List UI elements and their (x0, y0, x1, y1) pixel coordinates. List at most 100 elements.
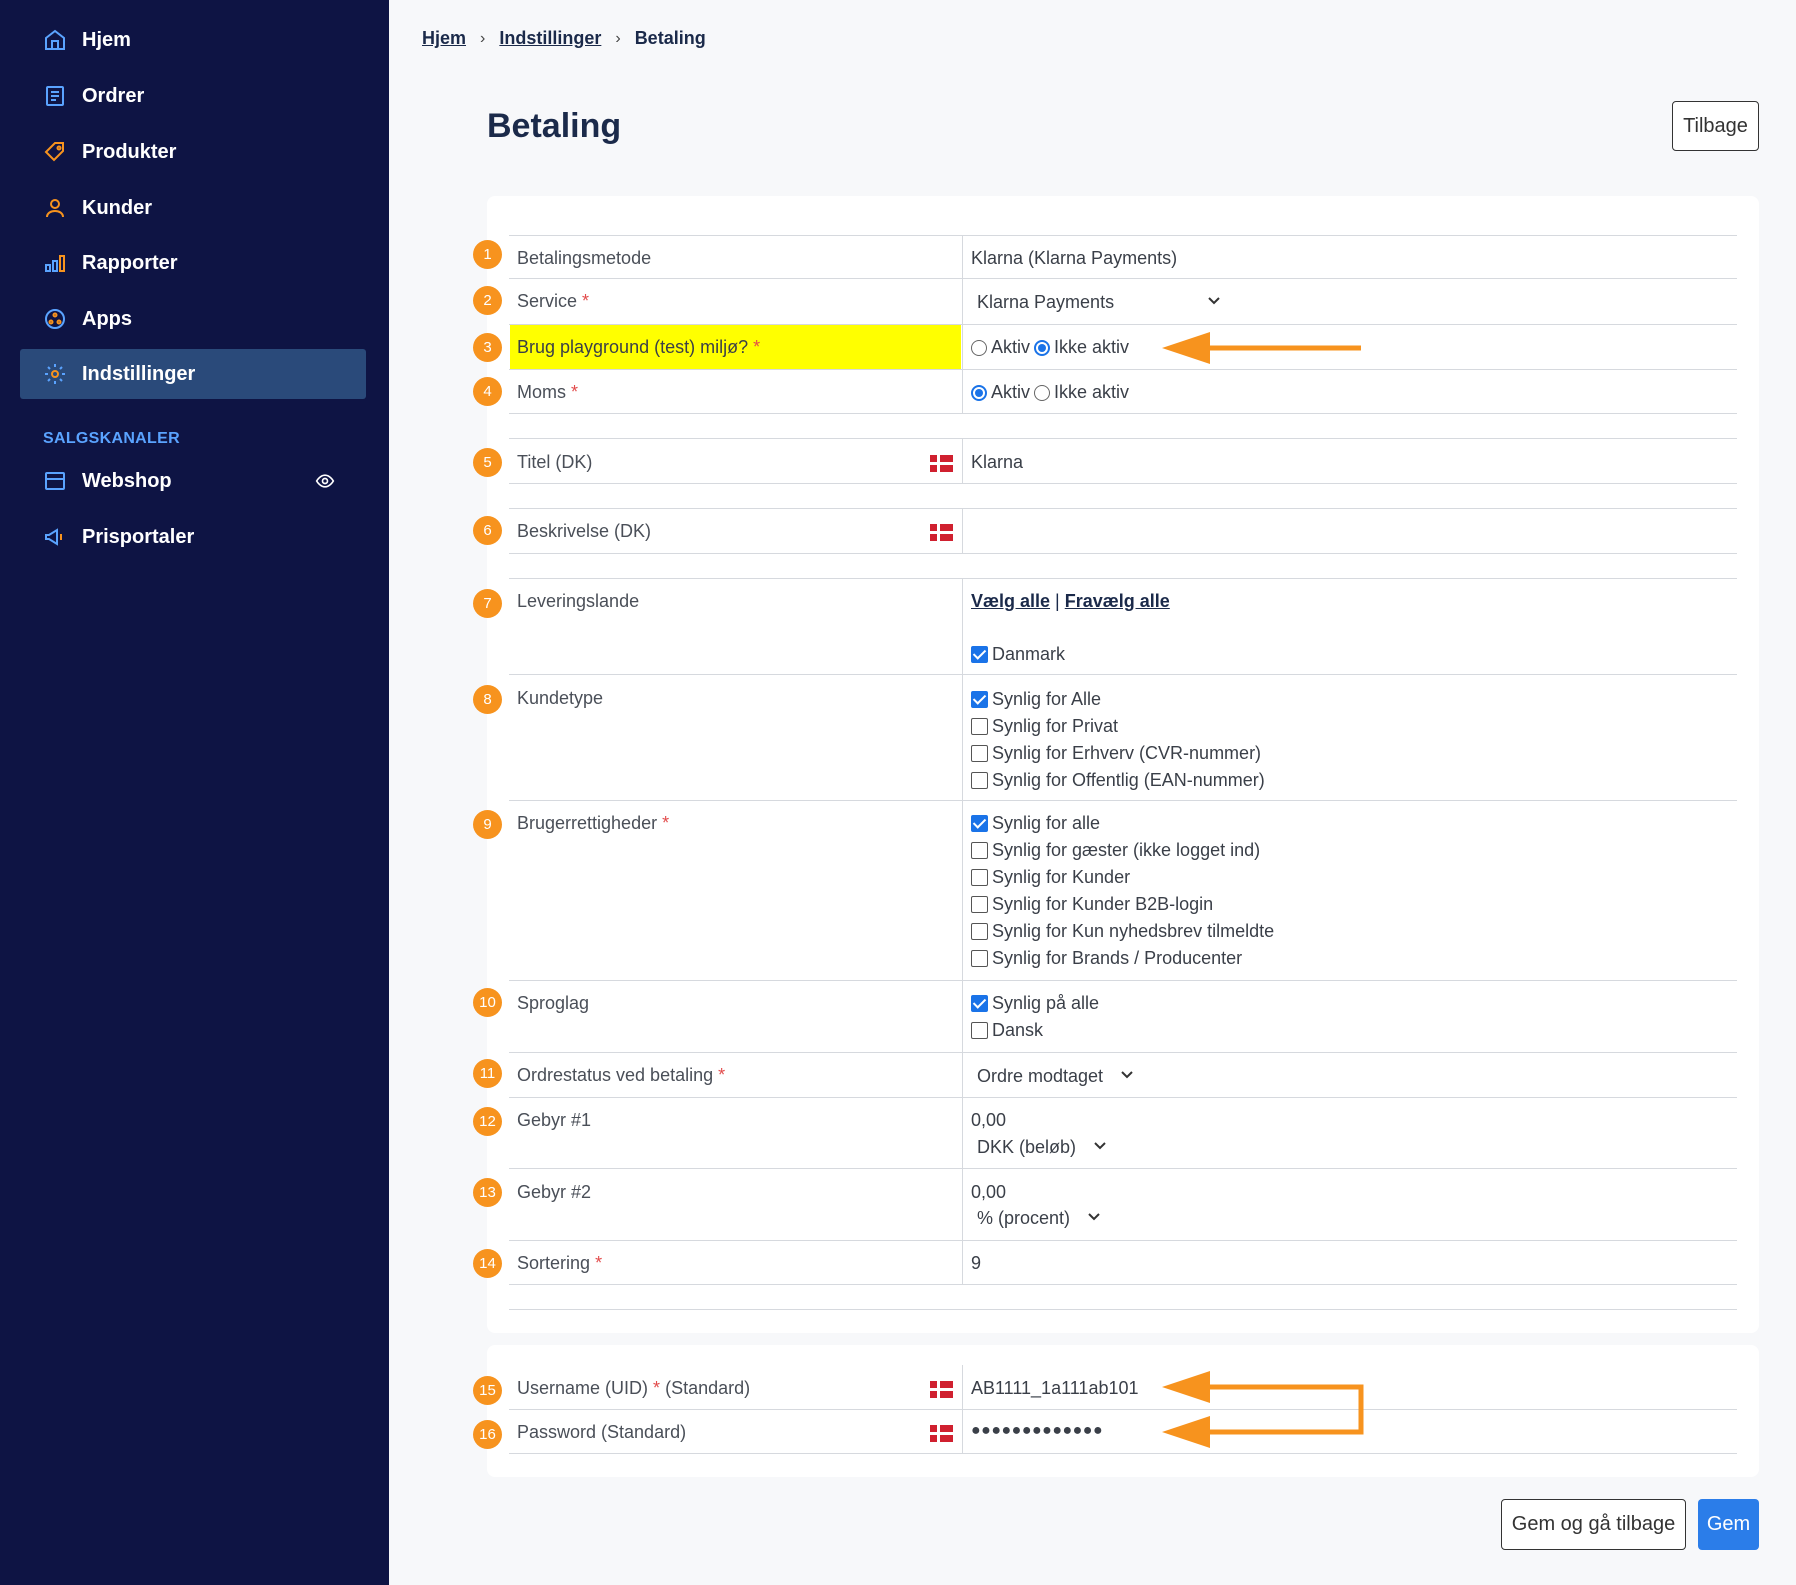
label-sproglag: Sproglag (517, 993, 590, 1013)
sidebar-item-prisportaler[interactable]: Prisportaler (20, 512, 366, 562)
checkbox-label: Synlig for alle (992, 813, 1101, 833)
brugerrettighed-option[interactable]: Synlig for alle (971, 813, 1100, 834)
save-and-back-button[interactable]: Gem og gå tilbage (1501, 1499, 1686, 1550)
sidebar-item-hjem[interactable]: Hjem (20, 15, 366, 65)
step-badge: 12 (473, 1107, 502, 1136)
gebyr-1-unit-value: DKK (beløb) (977, 1137, 1077, 1157)
deselect-all-link[interactable]: Fravælg alle (1065, 591, 1170, 611)
sproglag-option[interactable]: Dansk (971, 1020, 1043, 1041)
checkbox[interactable] (971, 896, 988, 913)
column-divider (962, 578, 963, 1284)
checkbox-label: Synlig for Kunder B2B-login (992, 894, 1214, 914)
kundetype-option[interactable]: Synlig for Privat (971, 716, 1118, 737)
breadcrumb-current: Betaling (634, 28, 706, 48)
label-beskrivelse: Beskrivelse (DK) (517, 521, 652, 541)
sidebar-item-apps[interactable]: Apps (20, 294, 366, 344)
checkbox-label: Synlig for Alle (992, 689, 1102, 709)
danish-flag-icon (930, 524, 953, 541)
checkbox-label: Danmark (992, 644, 1066, 664)
divider (509, 413, 1737, 414)
step-badge: 6 (473, 516, 502, 545)
playground-ikke-aktiv-radio[interactable] (1034, 339, 1051, 356)
chevron-right-icon: › (480, 29, 486, 47)
service-select-value: Klarna Payments (977, 292, 1115, 312)
gebyr-2-unit-select[interactable]: % (procent) (977, 1208, 1102, 1229)
checkbox-label: Synlig for Privat (992, 716, 1119, 736)
orders-icon (42, 83, 68, 109)
divider (509, 508, 1737, 509)
step-badge: 1 (473, 240, 502, 269)
radio-label: Ikke aktiv (1054, 382, 1130, 402)
divider (509, 1168, 1737, 1169)
divider (509, 1097, 1737, 1098)
back-button[interactable]: Tilbage (1672, 101, 1759, 151)
checkbox[interactable] (971, 815, 988, 832)
step-badge: 10 (473, 988, 502, 1017)
password-input[interactable]: ●●●●●●●●●●●●● (971, 1422, 1103, 1440)
eye-icon[interactable] (314, 470, 336, 492)
checkbox[interactable] (971, 1022, 988, 1039)
breadcrumb: Hjem › Indstillinger › Betaling (422, 28, 706, 49)
step-badge: 2 (473, 286, 502, 315)
brugerrettighed-option[interactable]: Synlig for Kunder B2B-login (971, 894, 1213, 915)
kundetype-option[interactable]: Synlig for Alle (971, 689, 1101, 710)
ordrestatus-select[interactable]: Ordre modtaget (977, 1066, 1135, 1087)
label-moms: Moms * (517, 382, 579, 402)
service-select[interactable]: Klarna Payments (977, 292, 1222, 313)
sidebar-item-webshop[interactable]: Webshop (20, 456, 366, 506)
sortering-input[interactable]: 9 (971, 1253, 981, 1274)
divider (509, 1309, 1737, 1310)
brugerrettighed-option[interactable]: Synlig for Kunder (971, 867, 1130, 888)
step-badge: 13 (473, 1178, 502, 1207)
chevron-down-icon (1105, 1066, 1135, 1087)
playground-aktiv-radio[interactable] (971, 339, 987, 356)
checkbox[interactable] (971, 772, 988, 789)
checkbox[interactable] (971, 646, 988, 663)
checkbox-label: Synlig for Offentlig (EAN-nummer) (992, 770, 1265, 790)
sidebar-item-indstillinger[interactable]: Indstillinger (20, 349, 366, 399)
divider (509, 1240, 1737, 1241)
checkbox[interactable] (971, 923, 988, 940)
brugerrettighed-option[interactable]: Synlig for gæster (ikke logget ind) (971, 840, 1260, 861)
step-badge: 3 (473, 333, 502, 362)
checkbox[interactable] (971, 995, 988, 1012)
home-icon (42, 27, 68, 53)
sidebar-item-ordrer[interactable]: Ordrer (20, 71, 366, 121)
checkbox[interactable] (971, 869, 988, 886)
moms-aktiv-radio[interactable] (971, 384, 987, 401)
titel-input[interactable]: Klarna (971, 452, 1023, 473)
tag-icon (42, 139, 68, 165)
breadcrumb-link-hjem[interactable]: Hjem (422, 28, 466, 49)
gebyr-2-input[interactable]: 0,00 (971, 1182, 1006, 1203)
beskrivelse-input[interactable] (971, 521, 1731, 545)
sproglag-option[interactable]: Synlig på alle (971, 993, 1099, 1014)
save-button[interactable]: Gem (1698, 1499, 1759, 1550)
sidebar-item-kunder[interactable]: Kunder (20, 183, 366, 233)
kundetype-option[interactable]: Synlig for Erhverv (CVR-nummer) (971, 743, 1261, 764)
moms-ikke-aktiv-radio[interactable] (1034, 384, 1051, 401)
checkbox[interactable] (971, 950, 988, 967)
chevron-right-icon: › (615, 29, 621, 47)
kundetype-option[interactable]: Synlig for Offentlig (EAN-nummer) (971, 770, 1265, 791)
checkbox[interactable] (971, 842, 988, 859)
gebyr-1-input[interactable]: 0,00 (971, 1110, 1006, 1131)
sidebar-item-rapporter[interactable]: Rapporter (20, 238, 366, 288)
username-input[interactable]: AB1111_1a111ab101 (971, 1378, 1139, 1399)
checkbox[interactable] (971, 745, 988, 762)
checkbox[interactable] (971, 718, 988, 735)
brugerrettighed-option[interactable]: Synlig for Brands / Producenter (971, 948, 1242, 969)
checkbox-label: Synlig for Brands / Producenter (992, 948, 1243, 968)
breadcrumb-link-indstillinger[interactable]: Indstillinger (499, 28, 601, 49)
checkbox[interactable] (971, 691, 988, 708)
gebyr-1-unit-select[interactable]: DKK (beløb) (977, 1137, 1108, 1158)
brugerrettighed-option[interactable]: Synlig for Kun nyhedsbrev tilmeldte (971, 921, 1274, 942)
divider (509, 1409, 1737, 1410)
gear-icon (42, 361, 68, 387)
sidebar-item-produkter[interactable]: Produkter (20, 127, 366, 177)
radio-label: Ikke aktiv (1054, 337, 1130, 357)
label-username: Username (UID) * (Standard) (517, 1378, 751, 1398)
country-danmark-checkbox[interactable]: Danmark (971, 644, 1065, 665)
select-all-link[interactable]: Vælg alle (971, 591, 1050, 611)
user-icon (42, 195, 68, 221)
divider (509, 800, 1737, 801)
